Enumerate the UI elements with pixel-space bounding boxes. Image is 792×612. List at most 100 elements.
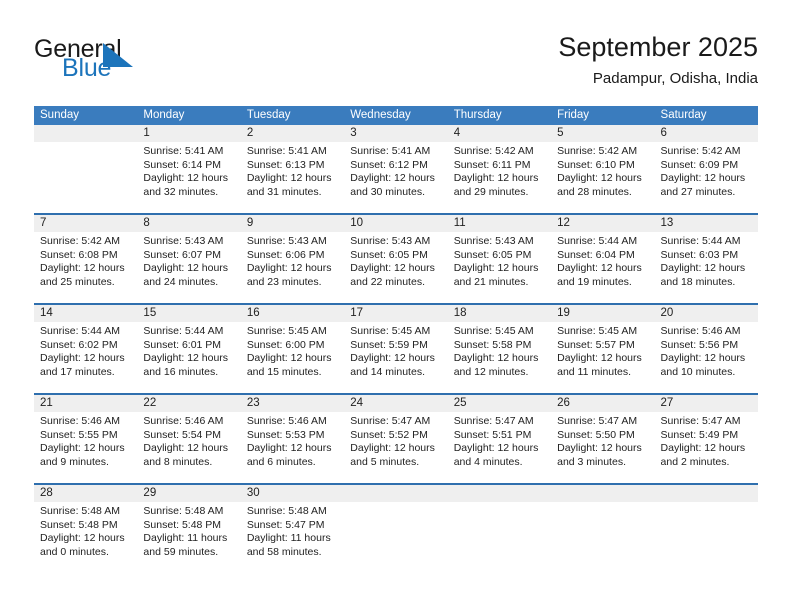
day-detail-line: and 14 minutes. bbox=[350, 365, 425, 378]
day-number-5[interactable]: 5 bbox=[551, 125, 655, 142]
day-detail-line: Daylight: 12 hours bbox=[557, 172, 642, 185]
day-cell-11[interactable]: Sunrise: 5:43 AM Sunset: 6:05 PM Daylight:… bbox=[448, 232, 551, 303]
calendar-week-row: 21 22 23 24 25 26 27 Sunrise: 5:46 AM Sunset: 5:… bbox=[34, 393, 758, 483]
day-number-27[interactable]: 27 bbox=[655, 395, 758, 412]
day-cell-1[interactable]: Sunrise: 5:41 AM Sunset: 6:14 PM Daylight:… bbox=[137, 142, 240, 213]
day-number-4[interactable]: 4 bbox=[448, 125, 552, 142]
week-day-number-strip: 28 29 30 bbox=[34, 485, 758, 502]
day-detail-line: Sunset: 5:47 PM bbox=[246, 518, 325, 531]
day-detail-line: Daylight: 12 hours bbox=[660, 442, 746, 455]
week-day-number-strip: 21 22 23 24 25 26 27 bbox=[34, 395, 758, 412]
day-cell-21[interactable]: Sunrise: 5:46 AM Sunset: 5:55 PM Daylight:… bbox=[34, 412, 137, 483]
day-detail-line: Sunset: 5:48 PM bbox=[40, 518, 118, 531]
day-detail-line: Daylight: 12 hours bbox=[350, 172, 435, 185]
day-cell-5[interactable]: Sunrise: 5:42 AM Sunset: 6:10 PM Daylight:… bbox=[551, 142, 654, 213]
day-number-26[interactable]: 26 bbox=[551, 395, 655, 412]
day-cell-16[interactable]: Sunrise: 5:45 AM Sunset: 6:00 PM Daylight:… bbox=[241, 322, 344, 393]
day-cell-29[interactable]: Sunrise: 5:48 AM Sunset: 5:48 PM Daylight:… bbox=[137, 502, 240, 573]
day-cell-25[interactable]: Sunrise: 5:47 AM Sunset: 5:51 PM Daylight:… bbox=[448, 412, 551, 483]
day-number-11[interactable]: 11 bbox=[448, 215, 552, 232]
day-detail-line: Sunrise: 5:47 AM bbox=[350, 415, 431, 427]
day-cell-14[interactable]: Sunrise: 5:44 AM Sunset: 6:02 PM Daylight:… bbox=[34, 322, 137, 393]
day-number-3[interactable]: 3 bbox=[344, 125, 448, 142]
day-cell-15[interactable]: Sunrise: 5:44 AM Sunset: 6:01 PM Daylight:… bbox=[137, 322, 240, 393]
calendar-week-row: 28 29 30 Sunrise: 5:48 AM Sunset: 5:48 PM Day… bbox=[34, 483, 758, 573]
triangle-flag-icon bbox=[103, 43, 133, 67]
day-cell-27[interactable]: Sunrise: 5:47 AM Sunset: 5:49 PM Daylight:… bbox=[655, 412, 758, 483]
day-detail-line: Sunset: 6:09 PM bbox=[660, 158, 739, 171]
title-block: September 2025 Padampur, Odisha, India bbox=[558, 30, 758, 88]
day-cell-10[interactable]: Sunrise: 5:43 AM Sunset: 6:05 PM Daylight:… bbox=[344, 232, 447, 303]
day-detail-line: and 2 minutes. bbox=[660, 455, 730, 468]
day-detail-line: Sunset: 6:11 PM bbox=[453, 158, 531, 171]
day-cell-22[interactable]: Sunrise: 5:46 AM Sunset: 5:54 PM Daylight:… bbox=[137, 412, 240, 483]
day-cell-17[interactable]: Sunrise: 5:45 AM Sunset: 5:59 PM Daylight:… bbox=[344, 322, 447, 393]
day-cell-7[interactable]: Sunrise: 5:42 AM Sunset: 6:08 PM Daylight:… bbox=[34, 232, 137, 303]
day-number-30[interactable]: 30 bbox=[241, 485, 345, 502]
day-detail-line: Daylight: 12 hours bbox=[246, 352, 332, 365]
day-number-1[interactable]: 1 bbox=[137, 125, 241, 142]
day-cell-24[interactable]: Sunrise: 5:47 AM Sunset: 5:52 PM Daylight:… bbox=[344, 412, 447, 483]
day-number-21[interactable]: 21 bbox=[34, 395, 138, 412]
day-cell-9[interactable]: Sunrise: 5:43 AM Sunset: 6:06 PM Daylight:… bbox=[241, 232, 344, 303]
day-detail-line: Daylight: 12 hours bbox=[143, 262, 229, 275]
day-number-29[interactable]: 29 bbox=[137, 485, 241, 502]
day-detail-line: and 23 minutes. bbox=[246, 275, 322, 288]
day-cell-23[interactable]: Sunrise: 5:46 AM Sunset: 5:53 PM Daylight:… bbox=[241, 412, 344, 483]
day-detail-line: Daylight: 12 hours bbox=[246, 442, 332, 455]
day-number-13[interactable]: 13 bbox=[655, 215, 758, 232]
day-number-24[interactable]: 24 bbox=[344, 395, 448, 412]
day-number-17[interactable]: 17 bbox=[344, 305, 448, 322]
day-detail-line: Sunrise: 5:48 AM bbox=[246, 505, 327, 517]
day-detail-line: Daylight: 12 hours bbox=[246, 262, 332, 275]
day-detail-line: Sunset: 6:05 PM bbox=[350, 248, 428, 261]
day-number-6[interactable]: 6 bbox=[655, 125, 758, 142]
day-cell-12[interactable]: Sunrise: 5:44 AM Sunset: 6:04 PM Daylight:… bbox=[551, 232, 654, 303]
page-title: September 2025 bbox=[558, 32, 758, 62]
day-detail-line: Daylight: 12 hours bbox=[143, 172, 229, 185]
day-detail-line: Daylight: 12 hours bbox=[660, 352, 746, 365]
day-detail-line: Sunrise: 5:41 AM bbox=[143, 145, 224, 157]
day-detail-line: Daylight: 11 hours bbox=[143, 532, 228, 545]
day-number-16[interactable]: 16 bbox=[241, 305, 345, 322]
day-detail-line: Sunrise: 5:45 AM bbox=[246, 325, 327, 337]
day-cell-20[interactable]: Sunrise: 5:46 AM Sunset: 5:56 PM Daylight:… bbox=[655, 322, 758, 393]
brand-logo[interactable]: General Blue bbox=[34, 36, 264, 90]
day-cell-3[interactable]: Sunrise: 5:41 AM Sunset: 6:12 PM Daylight:… bbox=[344, 142, 447, 213]
day-detail-line: Daylight: 12 hours bbox=[246, 172, 332, 185]
day-number-20[interactable]: 20 bbox=[655, 305, 758, 322]
day-number-15[interactable]: 15 bbox=[137, 305, 241, 322]
day-cell-18[interactable]: Sunrise: 5:45 AM Sunset: 5:58 PM Daylight:… bbox=[448, 322, 551, 393]
day-cell-8[interactable]: Sunrise: 5:43 AM Sunset: 6:07 PM Daylight:… bbox=[137, 232, 240, 303]
day-number-18[interactable]: 18 bbox=[448, 305, 552, 322]
day-cell-4[interactable]: Sunrise: 5:42 AM Sunset: 6:11 PM Daylight:… bbox=[448, 142, 551, 213]
day-number-22[interactable]: 22 bbox=[137, 395, 241, 412]
day-detail-line: and 22 minutes. bbox=[350, 275, 425, 288]
day-detail-line: Sunset: 6:06 PM bbox=[246, 248, 325, 261]
day-cell-28[interactable]: Sunrise: 5:48 AM Sunset: 5:48 PM Daylight:… bbox=[34, 502, 137, 573]
week-detail-strip: Sunrise: 5:42 AM Sunset: 6:08 PM Daylight:… bbox=[34, 232, 758, 303]
day-detail-line: Daylight: 12 hours bbox=[557, 352, 642, 365]
day-number-10[interactable]: 10 bbox=[344, 215, 448, 232]
weekday-header-monday: Monday bbox=[143, 109, 185, 121]
day-cell-2[interactable]: Sunrise: 5:41 AM Sunset: 6:13 PM Daylight:… bbox=[241, 142, 344, 213]
day-detail-line: Daylight: 12 hours bbox=[453, 262, 539, 275]
day-detail-line: and 8 minutes. bbox=[143, 455, 213, 468]
day-number-28[interactable]: 28 bbox=[34, 485, 138, 502]
day-cell-26[interactable]: Sunrise: 5:47 AM Sunset: 5:50 PM Daylight:… bbox=[551, 412, 654, 483]
day-number-7[interactable]: 7 bbox=[34, 215, 138, 232]
day-cell-6[interactable]: Sunrise: 5:42 AM Sunset: 6:09 PM Daylight:… bbox=[655, 142, 758, 213]
day-number-12[interactable]: 12 bbox=[551, 215, 655, 232]
day-detail-line: Sunrise: 5:47 AM bbox=[557, 415, 638, 427]
day-cell-30[interactable]: Sunrise: 5:48 AM Sunset: 5:47 PM Daylight:… bbox=[241, 502, 344, 573]
day-number-9[interactable]: 9 bbox=[241, 215, 345, 232]
day-number-19[interactable]: 19 bbox=[551, 305, 655, 322]
day-cell-13[interactable]: Sunrise: 5:44 AM Sunset: 6:03 PM Daylight:… bbox=[655, 232, 758, 303]
day-detail-line: Daylight: 12 hours bbox=[40, 532, 125, 545]
day-number-14[interactable]: 14 bbox=[34, 305, 138, 322]
day-number-25[interactable]: 25 bbox=[448, 395, 552, 412]
day-cell-19[interactable]: Sunrise: 5:45 AM Sunset: 5:57 PM Daylight:… bbox=[551, 322, 654, 393]
day-number-8[interactable]: 8 bbox=[137, 215, 241, 232]
day-number-2[interactable]: 2 bbox=[241, 125, 345, 142]
day-number-23[interactable]: 23 bbox=[241, 395, 345, 412]
